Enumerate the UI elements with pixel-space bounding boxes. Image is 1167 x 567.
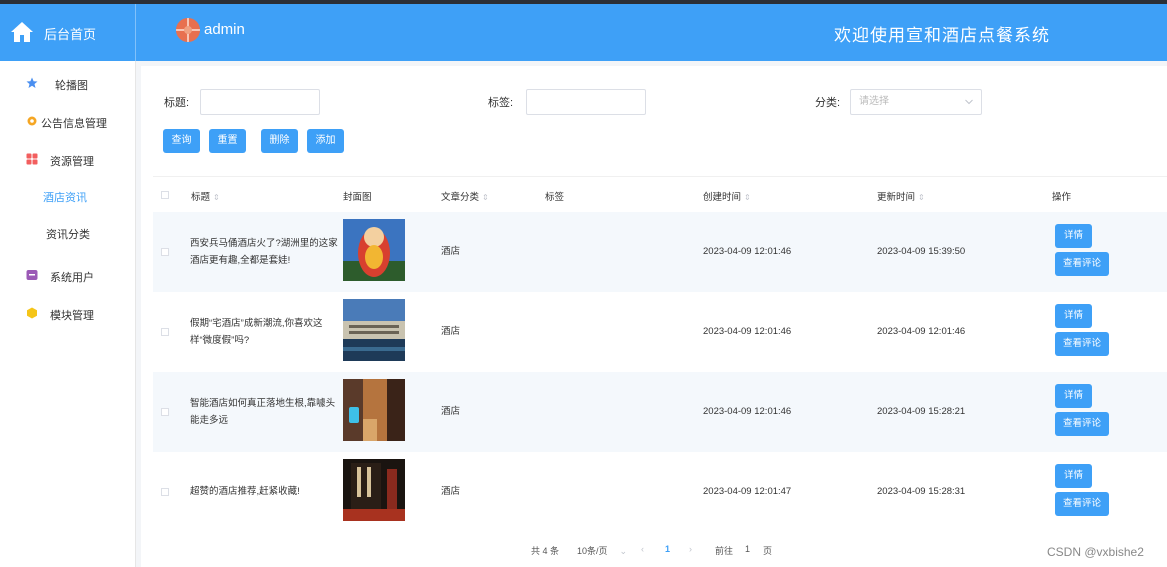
cover-image — [343, 459, 405, 521]
detail-button[interactable]: 详情 — [1055, 304, 1092, 328]
sort-icon: ⇕ — [744, 193, 751, 202]
table-row: 假期“宅酒店”成新潮流,你喜欢这 样“微度假”吗? 酒店 2023-04-09 1… — [153, 292, 1167, 372]
row-checkbox[interactable] — [161, 488, 169, 496]
select-all-checkbox[interactable] — [161, 191, 169, 199]
sidebar-item-modules[interactable]: 模块管理 — [0, 299, 136, 329]
gear-icon — [27, 116, 37, 126]
detail-button[interactable]: 详情 — [1055, 464, 1092, 488]
username[interactable]: admin — [204, 21, 245, 38]
row-checkbox[interactable] — [161, 248, 169, 256]
chevron-down-icon — [965, 99, 973, 105]
row-title: 智能酒店如何真正落地生根,靠噱头 能走多远 — [190, 398, 336, 426]
sidebar: 轮播图 公告信息管理 资源管理 酒店资讯 资讯分类 系统用户 模块管理 — [0, 61, 136, 567]
sort-icon: ⇕ — [482, 193, 489, 202]
column-header-cover: 封面图 — [343, 192, 372, 203]
row-checkbox[interactable] — [161, 328, 169, 336]
home-icon — [11, 22, 33, 42]
column-header-updated[interactable]: 更新时间 ⇕ — [877, 189, 925, 203]
view-comments-button[interactable]: 查看评论 — [1055, 412, 1109, 436]
row-created: 2023-04-09 12:01:46 — [703, 406, 792, 417]
row-category: 酒店 — [441, 486, 461, 497]
sidebar-item-carousel[interactable]: 轮播图 — [0, 69, 136, 99]
row-updated: 2023-04-09 15:28:21 — [877, 406, 966, 417]
column-header-actions: 操作 — [1052, 192, 1072, 203]
column-header-category[interactable]: 文章分类 ⇕ — [441, 189, 489, 203]
goto-page-input[interactable]: 1 — [745, 544, 750, 554]
column-header-tags: 标签 — [545, 192, 565, 203]
row-created: 2023-04-09 12:01:46 — [703, 326, 792, 337]
row-updated: 2023-04-09 15:39:50 — [877, 246, 966, 257]
title-filter-input[interactable] — [200, 89, 320, 115]
page-size-select[interactable]: 10条/页 ⌄ — [577, 544, 627, 557]
row-title: 西安兵马俑酒店火了?湖洲里的这家 酒店更有趣,全都是套娃! — [190, 238, 338, 266]
row-created: 2023-04-09 12:01:47 — [703, 486, 792, 497]
row-category: 酒店 — [441, 406, 461, 417]
title-filter-label: 标题: — [164, 97, 190, 109]
table-row: 超赞的酒店推荐,赶紧收藏! 酒店 2023-04-09 12:01:47 202… — [153, 452, 1167, 532]
tag-filter-label: 标签: — [488, 97, 514, 109]
row-title: 假期“宅酒店”成新潮流,你喜欢这 样“微度假”吗? — [190, 318, 323, 346]
sidebar-subitem-news-category[interactable]: 资讯分类 — [46, 226, 136, 242]
sidebar-item-label: 模块管理 — [50, 310, 94, 322]
row-updated: 2023-04-09 12:01:46 — [877, 326, 966, 337]
star-icon — [26, 77, 38, 88]
chevron-down-icon: ⌄ — [619, 546, 628, 556]
sort-icon: ⇕ — [213, 193, 220, 202]
hexagon-icon — [27, 307, 37, 319]
prev-page-icon[interactable]: ‹ — [641, 544, 644, 554]
sidebar-item-notice[interactable]: 公告信息管理 — [0, 107, 136, 137]
query-button[interactable]: 查询 — [163, 129, 200, 153]
cover-image — [343, 299, 405, 361]
view-comments-button[interactable]: 查看评论 — [1055, 492, 1109, 516]
grid-icon — [26, 153, 38, 165]
detail-button[interactable]: 详情 — [1055, 384, 1092, 408]
next-page-icon[interactable]: › — [689, 544, 692, 554]
top-header: 后台首页 admin 欢迎使用宣和酒店点餐系统 — [0, 4, 1167, 61]
row-checkbox[interactable] — [161, 408, 169, 416]
reset-button[interactable]: 重置 — [209, 129, 246, 153]
sidebar-item-resources[interactable]: 资源管理 — [0, 145, 136, 175]
sidebar-item-label: 公告信息管理 — [41, 118, 107, 130]
user-box-icon — [26, 270, 38, 280]
watermark: CSDN @vxbishe2 — [1047, 545, 1144, 559]
home-link[interactable]: 后台首页 — [0, 4, 136, 61]
sidebar-item-label: 轮播图 — [55, 80, 88, 92]
sidebar-subitem-hotel-news[interactable]: 酒店资讯 — [43, 189, 133, 205]
sidebar-item-label: 系统用户 — [50, 272, 94, 284]
add-button[interactable]: 添加 — [307, 129, 344, 153]
view-comments-button[interactable]: 查看评论 — [1055, 252, 1109, 276]
cover-image — [343, 379, 405, 441]
row-updated: 2023-04-09 15:28:31 — [877, 486, 966, 497]
table-row: 智能酒店如何真正落地生根,靠噱头 能走多远 酒店 2023-04-09 12:01… — [153, 372, 1167, 452]
table-row: 西安兵马俑酒店火了?湖洲里的这家 酒店更有趣,全都是套娃! 酒店 2023-04-… — [153, 212, 1167, 292]
sort-icon: ⇕ — [918, 193, 925, 202]
pagination-total: 共 4 条 — [531, 546, 560, 556]
column-header-created[interactable]: 创建时间 ⇕ — [703, 189, 751, 203]
row-created: 2023-04-09 12:01:46 — [703, 246, 792, 257]
row-category: 酒店 — [441, 246, 461, 257]
detail-button[interactable]: 详情 — [1055, 224, 1092, 248]
column-header-title[interactable]: 标题 ⇕ — [191, 189, 220, 203]
table-header: 标题 ⇕ 封面图 文章分类 ⇕ 标签 创建时间 ⇕ 更新时间 ⇕ 操作 — [153, 176, 1167, 212]
category-select[interactable]: 请选择 — [850, 89, 982, 115]
sidebar-item-label: 资源管理 — [50, 156, 94, 168]
row-category: 酒店 — [441, 326, 461, 337]
row-title: 超赞的酒店推荐,赶紧收藏! — [190, 486, 300, 497]
view-comments-button[interactable]: 查看评论 — [1055, 332, 1109, 356]
page-suffix: 页 — [763, 546, 773, 556]
goto-label: 前往 — [715, 546, 734, 556]
delete-button[interactable]: 删除 — [261, 129, 298, 153]
category-filter-label: 分类: — [815, 97, 841, 109]
main-panel: 标题: 标签: 分类: 请选择 查询 重置 删除 添加 标题 ⇕ 封面图 文章分类… — [141, 66, 1167, 567]
system-title: 欢迎使用宣和酒店点餐系统 — [834, 26, 1050, 45]
home-label: 后台首页 — [44, 27, 97, 42]
cover-image — [343, 219, 405, 281]
current-page[interactable]: 1 — [665, 544, 670, 554]
avatar[interactable] — [176, 18, 200, 42]
sidebar-item-system-users[interactable]: 系统用户 — [0, 261, 136, 291]
category-select-placeholder: 请选择 — [859, 96, 889, 107]
tag-filter-input[interactable] — [526, 89, 646, 115]
